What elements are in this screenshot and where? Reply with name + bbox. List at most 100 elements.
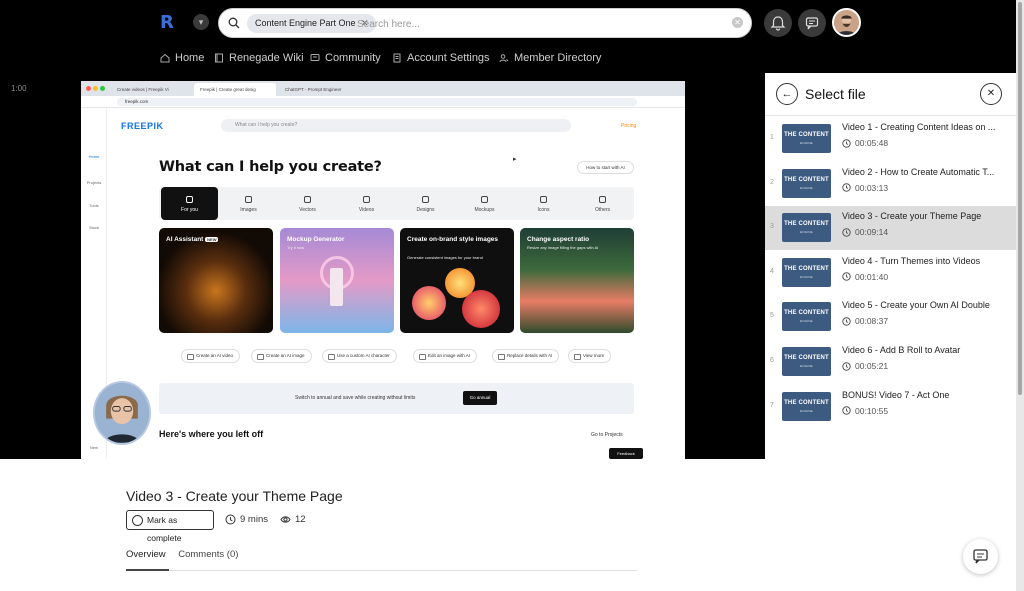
freepik-tab: Others (574, 187, 631, 220)
file-list-item[interactable]: 3 THE CONTENT ENGINE Video 3 - Create your … (765, 206, 1016, 251)
tab-comments[interactable]: Comments (0) (178, 549, 238, 560)
app-logo[interactable]: R (160, 12, 182, 36)
file-list-item[interactable]: 1 THE CONTENT ENGINE Video 1 - Creating Con… (765, 117, 1016, 161)
user-avatar[interactable] (832, 8, 861, 37)
card-title: AI Assistant NEW (166, 235, 266, 244)
clock-icon (842, 138, 851, 148)
file-list-item[interactable]: 7 THE CONTENT ENGINE BONUS! Video 7 - Act O… (765, 385, 1016, 429)
mark-complete-button[interactable]: Mark as complete (126, 510, 214, 543)
card-subtitle: Resize any image filling the gaps with A… (527, 245, 599, 250)
clear-search-icon[interactable]: ✕ (732, 17, 743, 28)
freepik-pill: Use a custom AI character (322, 349, 397, 363)
video-player[interactable]: Create videos | Freepik Vi Freepik | Cre… (81, 81, 685, 459)
duration-text: 00:08:37 (855, 316, 889, 327)
thumb-label: THE CONTENT (784, 176, 829, 183)
close-icon[interactable]: ✕ (980, 83, 1002, 105)
nav-renegade-wiki[interactable]: Renegade Wiki (214, 52, 304, 64)
card-badge: NEW (205, 237, 219, 242)
tab-icon (481, 196, 488, 203)
scrollbar-thumb[interactable] (1018, 2, 1022, 395)
file-title: Video 4 - Turn Themes into Videos (842, 255, 981, 266)
flower-shape (412, 286, 446, 320)
nav-member-directory[interactable]: Member Directory (499, 52, 601, 64)
nav-home[interactable]: Home (160, 52, 204, 64)
thumb-sub: ENGINE (800, 408, 813, 413)
clock-icon (842, 272, 851, 281)
tab-overview[interactable]: Overview (126, 549, 166, 560)
search-bar[interactable]: Content Engine Part One ✕ ✕ (218, 8, 752, 38)
freepik-category-tabs: For you Images Vectors Videos Designs Mo… (159, 187, 634, 220)
card-title: Create on-brand style images (407, 236, 499, 243)
freepik-side-item: Tools (89, 203, 99, 208)
flower-shape (462, 290, 500, 328)
document-icon (393, 53, 401, 63)
freepik-tab: Designs (397, 187, 454, 220)
card-title: Change aspect ratio (527, 236, 590, 243)
chat-icon (973, 549, 988, 564)
page-scrollbar[interactable] (1016, 0, 1024, 591)
file-list-item[interactable]: 4 THE CONTENT ENGINE Video 4 - Turn Themes … (765, 251, 1016, 295)
file-duration: 00:05:21 (842, 361, 888, 371)
nav-community[interactable]: Community (310, 52, 381, 64)
freepik-pill: Replace details with AI (492, 349, 560, 363)
clock-icon (842, 361, 851, 371)
duration-text: 00:05:48 (855, 138, 889, 148)
thumb-label: THE CONTENT (784, 265, 829, 272)
book-icon (215, 53, 223, 63)
clock-icon (225, 514, 236, 525)
panel-title: Select file (805, 86, 866, 102)
file-thumbnail: THE CONTENT ENGINE (782, 124, 831, 153)
chat-widget-button[interactable] (963, 539, 998, 574)
nav-label: Home (175, 52, 205, 64)
url-field: freepik.com (117, 98, 637, 106)
file-list-item[interactable]: 2 THE CONTENT ENGINE Video 2 - How to Creat… (765, 162, 1016, 206)
nav-account-settings[interactable]: Account Settings (392, 52, 490, 64)
duration-text: 00:10:55 (855, 405, 889, 416)
file-list-item[interactable]: 5 THE CONTENT ENGINE Video 5 - Create your … (765, 295, 1016, 339)
thumb-sub: ENGINE (800, 319, 813, 324)
chat-icon (310, 54, 320, 61)
freepik-tab: Vectors (279, 187, 336, 220)
file-number: 3 (770, 223, 774, 231)
thumb-sub: ENGINE (800, 141, 813, 145)
freepik-tab: Mockups (456, 187, 513, 220)
tab-label: Videos (358, 207, 375, 213)
file-duration: 00:01:40 (842, 272, 888, 282)
clock-icon (842, 227, 851, 237)
browser-tab-active: Freepik | Create great desig (194, 83, 276, 96)
banner-button: Go annual (463, 391, 497, 405)
duration-text: 00:01:40 (855, 271, 889, 282)
file-duration: 00:08:37 (842, 316, 888, 326)
thumb-sub: ENGINE (800, 185, 813, 190)
nav-label: Member Directory (514, 52, 602, 64)
freepik-pill: View more (568, 349, 612, 363)
file-duration: 00:03:13 (842, 183, 888, 193)
tab-icon (245, 196, 252, 203)
freepik-pricing: Pricing (621, 123, 637, 129)
tab-icon (304, 196, 311, 203)
tab-label: For you (181, 207, 198, 213)
back-arrow-icon[interactable]: ← (776, 83, 798, 105)
tab-label: Mockups (474, 207, 495, 213)
presenter-face (95, 383, 149, 443)
browser-url-bar: freepik.com (81, 96, 685, 108)
search-input[interactable] (357, 15, 717, 33)
notifications-button[interactable] (764, 9, 792, 37)
card-title: Mockup Generator (287, 236, 345, 243)
avatar-image (834, 10, 859, 35)
file-title: Video 6 - Add B Roll to Avatar (842, 345, 961, 355)
freepik-card-mockup: Mockup Generator Try it now (280, 228, 394, 333)
file-number: 6 (770, 357, 774, 364)
freepik-feedback: Feedback (609, 448, 643, 459)
messages-button[interactable] (798, 9, 826, 37)
window-minimize-dot (93, 86, 98, 91)
freepik-logo: FREEPIK (121, 121, 164, 131)
banner-text: Switch to annual and save while creating… (295, 395, 416, 401)
thumb-sub: ENGINE (800, 364, 813, 368)
duration-text: 9 mins (240, 514, 268, 525)
tab-divider (126, 570, 637, 571)
freepik-how-to-button: How to start with AI (577, 161, 634, 174)
file-list-item[interactable]: 6 THE CONTENT ENGINE Video 6 - Add B Roll t… (765, 340, 1016, 384)
bell-icon (770, 16, 786, 31)
workspace-dropdown[interactable]: ▾ (193, 14, 209, 30)
